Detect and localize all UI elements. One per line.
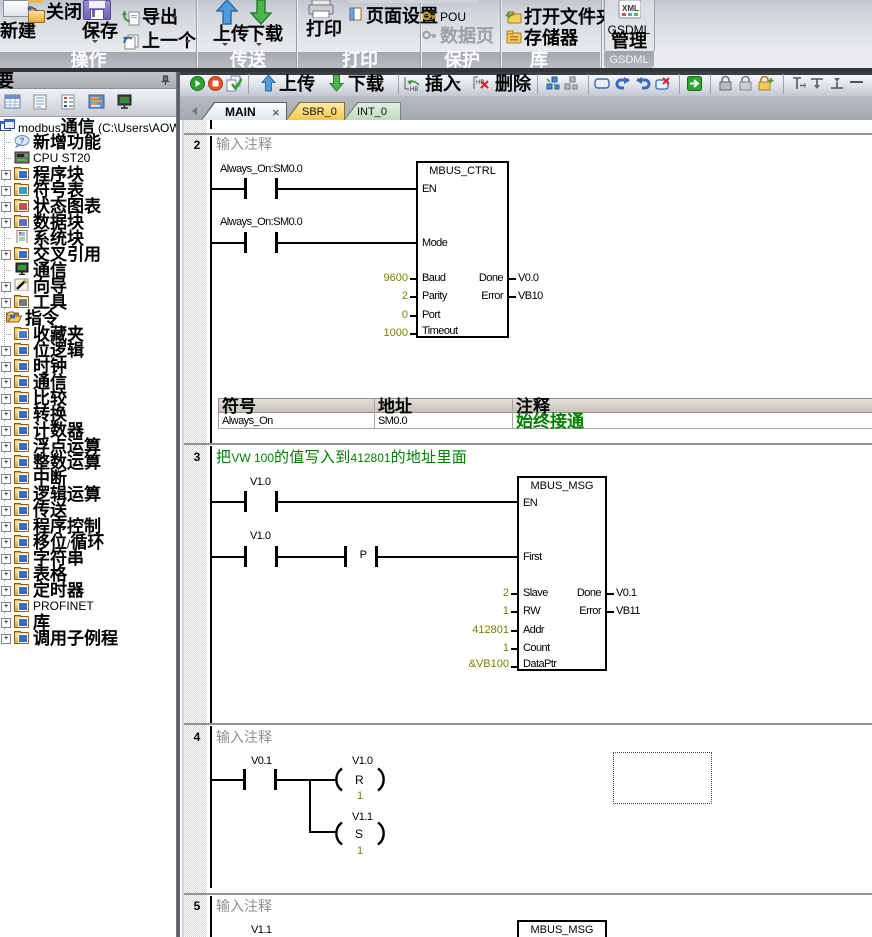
svg-text:HB: HB: [410, 87, 418, 93]
svg-text:R: R: [355, 773, 364, 787]
svg-text:S: S: [355, 827, 363, 841]
svg-text:?: ?: [20, 137, 25, 146]
svg-text:XML: XML: [622, 4, 639, 13]
